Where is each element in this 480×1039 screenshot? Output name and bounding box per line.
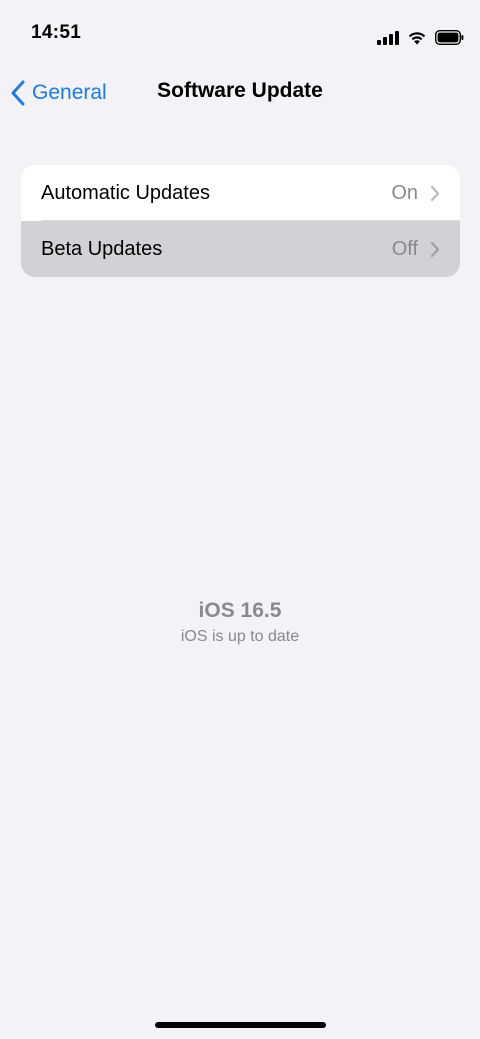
beta-updates-label: Beta Updates — [41, 237, 163, 260]
automatic-updates-label: Automatic Updates — [41, 181, 210, 204]
page-title: Software Update — [157, 79, 323, 102]
home-indicator[interactable] — [155, 1022, 326, 1028]
chevron-right-icon — [430, 241, 440, 257]
beta-updates-row[interactable]: Beta Updates Off — [21, 221, 460, 277]
cellular-signal-icon — [377, 31, 399, 45]
automatic-updates-row[interactable]: Automatic Updates On — [21, 165, 460, 221]
settings-group: Automatic Updates On Beta Updates Off — [21, 165, 460, 277]
ios-version-title: iOS 16.5 — [198, 599, 282, 622]
status-time: 14:51 — [31, 22, 82, 43]
status-icons — [377, 25, 464, 45]
screen: 14:51 General Software Update Automatic … — [0, 0, 480, 1039]
navigation-bar: General Software Update — [0, 70, 480, 116]
update-status-text: iOS is up to date — [180, 628, 300, 645]
automatic-updates-value: On — [391, 181, 418, 204]
status-bar: 14:51 — [0, 0, 480, 70]
wifi-icon — [408, 32, 426, 45]
battery-icon — [435, 30, 464, 45]
beta-updates-value: Off — [391, 237, 418, 260]
version-info: iOS 16.5 iOS is up to date — [0, 597, 480, 649]
chevron-right-icon — [430, 185, 440, 201]
